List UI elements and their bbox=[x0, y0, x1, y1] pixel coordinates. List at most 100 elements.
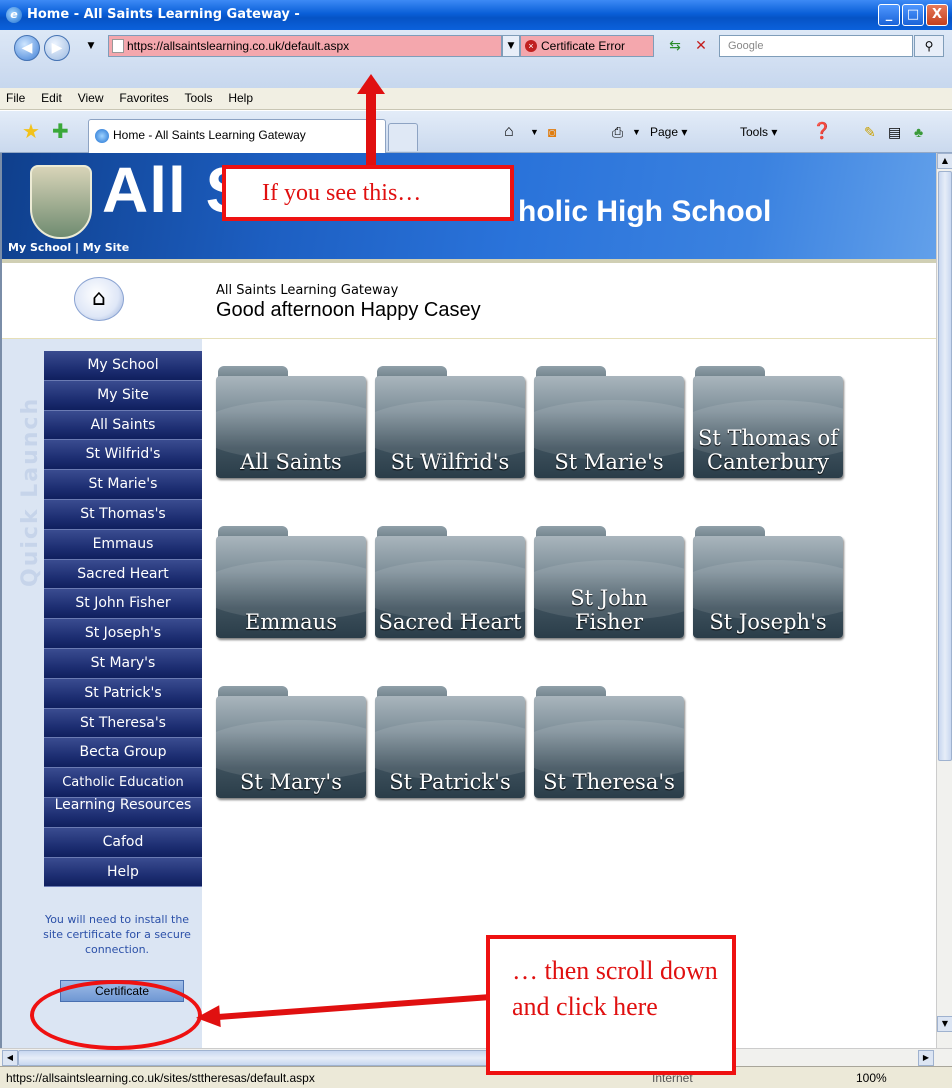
add-favorites-icon[interactable]: ✚ bbox=[52, 121, 69, 141]
nav-item[interactable]: St Thomas's bbox=[44, 499, 202, 530]
folder-icon: St Thomas of Canterbury bbox=[693, 376, 843, 478]
folder-tile[interactable]: All Saints bbox=[216, 366, 366, 478]
folder-label: St Theresa's bbox=[543, 770, 675, 794]
research-icon[interactable]: ✎ bbox=[864, 123, 876, 141]
folder-label: St Joseph's bbox=[709, 610, 827, 634]
help-icon[interactable]: ❓ bbox=[812, 123, 832, 141]
menu-help[interactable]: Help bbox=[222, 88, 259, 108]
nav-item[interactable]: St Marie's bbox=[44, 470, 202, 500]
folder-label: St Wilfrid's bbox=[390, 450, 510, 474]
nav-item[interactable]: Becta Group bbox=[44, 738, 202, 769]
error-shield-icon: × bbox=[525, 40, 537, 52]
quick-launch-list: My School My Site All Saints St Wilfrid'… bbox=[44, 351, 202, 888]
messenger-icon[interactable]: ♣ bbox=[914, 123, 923, 141]
print-dropdown-icon[interactable]: ▼ bbox=[632, 123, 641, 141]
menu-file[interactable]: File bbox=[0, 88, 31, 108]
folder-tile[interactable]: Sacred Heart bbox=[375, 526, 525, 638]
minimize-button[interactable]: _ bbox=[878, 4, 900, 26]
nav-item[interactable]: Sacred Heart bbox=[44, 559, 202, 590]
nav-item[interactable]: St Mary's bbox=[44, 648, 202, 679]
folder-icon: St Patrick's bbox=[375, 696, 525, 798]
nav-item[interactable]: Cafod bbox=[44, 827, 202, 858]
zoom-level[interactable]: 100% bbox=[856, 1068, 887, 1088]
folder-icon: St Mary's bbox=[216, 696, 366, 798]
folder-label: St Marie's bbox=[554, 450, 664, 474]
maximize-button[interactable]: □ bbox=[902, 4, 924, 26]
favorites-star-icon[interactable]: ★ bbox=[22, 121, 40, 141]
scroll-up-icon[interactable]: ▲ bbox=[937, 153, 952, 169]
folder-tile[interactable]: St Patrick's bbox=[375, 686, 525, 798]
home-button[interactable]: ⌂ bbox=[74, 277, 124, 321]
home-dropdown-icon[interactable]: ▼ bbox=[530, 123, 539, 141]
folder-tile[interactable]: St Thomas of Canterbury bbox=[693, 366, 843, 478]
bookshelf-icon[interactable]: ▤ bbox=[888, 123, 901, 141]
folder-tile[interactable]: St Mary's bbox=[216, 686, 366, 798]
search-input[interactable]: Google bbox=[719, 35, 913, 57]
link-separator: | bbox=[71, 241, 83, 254]
menu-favorites[interactable]: Favorites bbox=[113, 88, 174, 108]
annotation-top: If you see this… bbox=[222, 165, 514, 221]
folder-tile[interactable]: St John Fisher bbox=[534, 526, 684, 638]
cert-error-label: Certificate Error bbox=[541, 39, 626, 53]
nav-item[interactable]: Emmaus bbox=[44, 529, 202, 560]
vertical-scrollbar[interactable]: ▲ ▼ bbox=[936, 153, 952, 1048]
window-titlebar: e Home - All Saints Learning Gateway - _… bbox=[0, 0, 952, 30]
history-dropdown-icon[interactable]: ▼ bbox=[80, 36, 102, 56]
window-title: Home - All Saints Learning Gateway - bbox=[27, 7, 300, 22]
folder-icon: St Wilfrid's bbox=[375, 376, 525, 478]
brand-title-right: holic High School bbox=[518, 195, 772, 228]
folder-icon: St Joseph's bbox=[693, 536, 843, 638]
back-button[interactable]: ◀ bbox=[14, 35, 40, 61]
close-button[interactable]: X bbox=[926, 4, 948, 26]
horizontal-scrollbar[interactable]: ◀ ▶ bbox=[0, 1048, 952, 1066]
nav-item[interactable]: All Saints bbox=[44, 410, 202, 441]
forward-button[interactable]: ▶ bbox=[44, 35, 70, 61]
link-my-site[interactable]: My Site bbox=[83, 241, 129, 254]
stop-icon[interactable]: ✕ bbox=[690, 36, 712, 56]
nav-item[interactable]: St Patrick's bbox=[44, 678, 202, 709]
print-icon[interactable]: ⎙ bbox=[612, 123, 623, 141]
status-bar: https://allsaintslearning.co.uk/sites/st… bbox=[0, 1066, 952, 1088]
folder-tile[interactable]: St Theresa's bbox=[534, 686, 684, 798]
school-crest-logo bbox=[30, 165, 92, 239]
new-tab-button[interactable] bbox=[388, 123, 418, 151]
nav-item[interactable]: St Theresa's bbox=[44, 708, 202, 739]
folder-icon: St John Fisher bbox=[534, 536, 684, 638]
ie-icon: e bbox=[6, 7, 22, 23]
page-menu-button[interactable]: Page ▾ bbox=[650, 123, 687, 141]
page-header: ⌂ All Saints Learning Gateway Good after… bbox=[2, 263, 936, 339]
scroll-down-icon[interactable]: ▼ bbox=[937, 1016, 952, 1032]
menu-edit[interactable]: Edit bbox=[35, 88, 68, 108]
folder-tile[interactable]: St Marie's bbox=[534, 366, 684, 478]
folder-tile[interactable]: St Wilfrid's bbox=[375, 366, 525, 478]
folder-tile[interactable]: Emmaus bbox=[216, 526, 366, 638]
nav-item[interactable]: St John Fisher bbox=[44, 589, 202, 620]
url-input[interactable]: https://allsaintslearning.co.uk/default.… bbox=[108, 35, 502, 57]
search-icon[interactable]: ⚲ bbox=[914, 35, 944, 57]
folder-tile[interactable]: St Joseph's bbox=[693, 526, 843, 638]
menu-tools[interactable]: Tools bbox=[179, 88, 219, 108]
nav-item[interactable]: Catholic Education bbox=[44, 768, 202, 798]
link-my-school[interactable]: My School bbox=[8, 241, 71, 254]
url-dropdown-button[interactable]: ▼ bbox=[502, 35, 520, 57]
scroll-left-icon[interactable]: ◀ bbox=[2, 1050, 18, 1066]
tab-home[interactable]: Home - All Saints Learning Gateway bbox=[88, 119, 386, 153]
nav-item[interactable]: St Wilfrid's bbox=[44, 440, 202, 471]
folder-label: All Saints bbox=[240, 450, 342, 474]
nav-item[interactable]: St Joseph's bbox=[44, 619, 202, 649]
nav-item[interactable]: Learning Resources bbox=[44, 797, 202, 828]
feeds-icon[interactable]: ◙ bbox=[548, 123, 556, 141]
scroll-right-icon[interactable]: ▶ bbox=[918, 1050, 934, 1066]
menu-view[interactable]: View bbox=[72, 88, 110, 108]
nav-item[interactable]: My School bbox=[44, 351, 202, 381]
url-text: https://allsaintslearning.co.uk/default.… bbox=[127, 39, 350, 53]
certificate-note: You will need to install the site certif… bbox=[43, 913, 191, 956]
vertical-scroll-thumb[interactable] bbox=[938, 171, 952, 761]
nav-item[interactable]: Help bbox=[44, 857, 202, 888]
refresh-icon[interactable]: ⇆ bbox=[664, 36, 686, 56]
tools-menu-button[interactable]: Tools ▾ bbox=[740, 123, 777, 141]
annotation-bottom: … then scroll down and click here bbox=[486, 935, 736, 1075]
certificate-error-button[interactable]: × Certificate Error bbox=[520, 35, 654, 57]
home-icon[interactable]: ⌂ bbox=[504, 123, 514, 141]
nav-item[interactable]: My Site bbox=[44, 380, 202, 411]
